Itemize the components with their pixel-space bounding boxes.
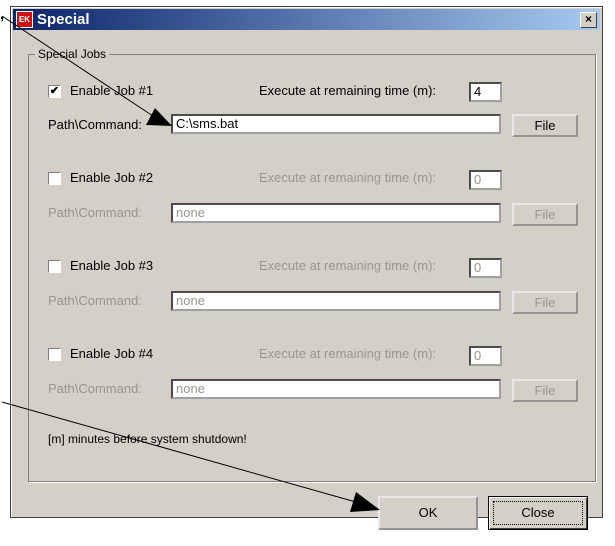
enable-job-1-checkbox[interactable]: ✔ (48, 85, 61, 98)
job-4-time-input[interactable]: 0 (469, 346, 502, 366)
job-2-path-input[interactable]: none (171, 203, 501, 223)
job-1-time-label: Execute at remaining time (m): (259, 83, 437, 98)
job-2-time-label: Execute at remaining time (m): (259, 170, 437, 185)
job-2-path-label: Path\Command: (48, 205, 142, 220)
ok-button[interactable]: OK (378, 496, 478, 530)
focus-ring (493, 501, 583, 525)
job-4-path-input[interactable]: none (171, 379, 501, 399)
job-2-file-button[interactable]: File (512, 203, 578, 226)
close-button[interactable]: Close (488, 496, 588, 530)
enable-job-3-checkbox[interactable] (48, 260, 61, 273)
title-bar[interactable]: EK Special × (13, 9, 600, 30)
enable-job-4-label: Enable Job #4 (70, 346, 154, 361)
job-1-path-input[interactable]: C:\sms.bat (171, 114, 501, 134)
job-3-path-input[interactable]: none (171, 291, 501, 311)
enable-job-4-checkbox[interactable] (48, 348, 61, 361)
job-3-time-input[interactable]: 0 (469, 258, 502, 278)
special-dialog: EK Special × Special Jobs ✔ Enable Job #… (10, 6, 603, 518)
enable-job-1-label: Enable Job #1 (70, 83, 154, 98)
job-3-time-label: Execute at remaining time (m): (259, 258, 437, 273)
enable-job-2-checkbox[interactable] (48, 172, 61, 185)
enable-job-3-label: Enable Job #3 (70, 258, 154, 273)
job-4-path-label: Path\Command: (48, 381, 142, 396)
job-1-file-button[interactable]: File (512, 114, 578, 137)
leading-comma: , (0, 6, 5, 23)
close-window-button[interactable]: × (580, 12, 597, 28)
job-1-path-label: Path\Command: (48, 117, 142, 132)
app-logo-icon: EK (16, 11, 33, 28)
footer-note: [m] minutes before system shutdown! (48, 432, 247, 446)
dialog-title: Special (37, 11, 90, 28)
group-legend: Special Jobs (35, 47, 110, 61)
job-2-time-input[interactable]: 0 (469, 170, 502, 190)
job-3-file-button[interactable]: File (512, 291, 578, 314)
enable-job-2-label: Enable Job #2 (70, 170, 154, 185)
job-3-path-label: Path\Command: (48, 293, 142, 308)
job-4-time-label: Execute at remaining time (m): (259, 346, 437, 361)
job-1-time-input[interactable]: 4 (469, 82, 502, 102)
job-4-file-button[interactable]: File (512, 379, 578, 402)
